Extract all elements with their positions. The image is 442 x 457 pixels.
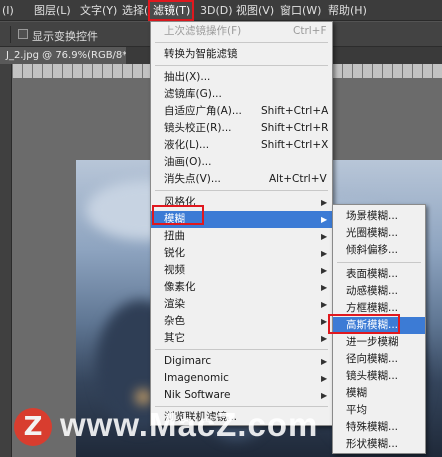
submenu-arrow-icon: ▶ — [321, 374, 328, 383]
menu-view[interactable]: 视图(V) — [236, 0, 274, 21]
submenu-item-blur-more[interactable]: 进一步模糊 — [333, 334, 425, 351]
filter-menu-dropdown: 上次滤镜操作(F) Ctrl+F 转换为智能滤镜 抽出(X)... 滤镜库(G)… — [150, 21, 333, 426]
submenu-arrow-icon: ▶ — [321, 317, 328, 326]
show-transform-controls-label: 显示变换控件 — [32, 30, 98, 43]
submenu-arrow-icon: ▶ — [321, 300, 328, 309]
menu-item-imagenomic[interactable]: Imagenomic ▶ — [151, 370, 332, 387]
show-transform-controls-checkbox[interactable] — [18, 29, 28, 39]
menu-item-lens-correction[interactable]: 镜头校正(R)... Shift+Ctrl+R — [151, 120, 332, 137]
document-tab-title: J_2.jpg @ 76.9%(RGB/8*) * — [6, 50, 126, 61]
menu-item-convert-smart-filters[interactable]: 转换为智能滤镜 — [151, 46, 332, 63]
submenu-item-smart-blur[interactable]: 特殊模糊... — [333, 419, 425, 436]
submenu-item-radial-blur[interactable]: 径向模糊... — [333, 351, 425, 368]
menu-type[interactable]: 文字(Y) — [80, 0, 117, 21]
menu-item-filter-gallery[interactable]: 滤镜库(G)... — [151, 86, 332, 103]
menu-item-other[interactable]: 其它 ▶ — [151, 330, 332, 347]
submenu-arrow-icon: ▶ — [321, 215, 328, 224]
menu-item-render[interactable]: 渲染 ▶ — [151, 296, 332, 313]
menu-item-extract[interactable]: 抽出(X)... — [151, 69, 332, 86]
menu-item-video[interactable]: 视频 ▶ — [151, 262, 332, 279]
submenu-item-iris-blur[interactable]: 光圈模糊... — [333, 225, 425, 242]
blur-submenu: 场景模糊... 光圈模糊... 倾斜偏移... 表面模糊... 动感模糊... … — [332, 204, 426, 454]
submenu-item-motion-blur[interactable]: 动感模糊... — [333, 283, 425, 300]
menu-window[interactable]: 窗口(W) — [280, 0, 321, 21]
menu-item-nik-software[interactable]: Nik Software ▶ — [151, 387, 332, 404]
submenu-arrow-icon: ▶ — [321, 391, 328, 400]
submenu-item-shape-blur[interactable]: 形状模糊... — [333, 436, 425, 453]
watermark-text: www.MacZ.com — [60, 406, 319, 443]
menu-image[interactable]: (I) — [2, 0, 14, 21]
submenu-item-surface-blur[interactable]: 表面模糊... — [333, 266, 425, 283]
watermark-logo: Z — [14, 408, 52, 446]
document-tab[interactable]: J_2.jpg @ 76.9%(RGB/8*) *× — [0, 47, 126, 64]
menu-item-vanishing-point[interactable]: 消失点(V)... Alt+Ctrl+V — [151, 171, 332, 188]
options-separator — [10, 26, 11, 43]
submenu-item-tilt-shift[interactable]: 倾斜偏移... — [333, 242, 425, 259]
submenu-arrow-icon: ▶ — [321, 198, 328, 207]
menu-layer[interactable]: 图层(L) — [34, 0, 71, 21]
submenu-arrow-icon: ▶ — [321, 334, 328, 343]
menu-item-stylize[interactable]: 风格化 ▶ — [151, 194, 332, 211]
submenu-arrow-icon: ▶ — [321, 357, 328, 366]
menu-separator — [155, 42, 328, 43]
menu-item-oil-paint[interactable]: 油画(O)... — [151, 154, 332, 171]
menu-item-adaptive-wide-angle[interactable]: 自适应广角(A)... Shift+Ctrl+A — [151, 103, 332, 120]
menu-item-digimarc[interactable]: Digimarc ▶ — [151, 353, 332, 370]
submenu-item-box-blur[interactable]: 方框模糊... — [333, 300, 425, 317]
menu-filter[interactable]: 滤镜(T) — [150, 0, 194, 21]
tools-panel — [0, 64, 12, 457]
menu-help[interactable]: 帮助(H) — [328, 0, 367, 21]
menu-separator — [155, 65, 328, 66]
menu-item-noise[interactable]: 杂色 ▶ — [151, 313, 332, 330]
menu-item-sharpen[interactable]: 锐化 ▶ — [151, 245, 332, 262]
menu-item-pixelate[interactable]: 像素化 ▶ — [151, 279, 332, 296]
menu-bar: (I) 图层(L) 文字(Y) 选择(S) 滤镜(T) 3D(D) 视图(V) … — [0, 0, 442, 21]
submenu-item-blur[interactable]: 模糊 — [333, 385, 425, 402]
menu-item-distort[interactable]: 扭曲 ▶ — [151, 228, 332, 245]
menu-item-last-filter[interactable]: 上次滤镜操作(F) Ctrl+F — [151, 23, 332, 40]
menu-item-liquify[interactable]: 液化(L)... Shift+Ctrl+X — [151, 137, 332, 154]
menu-separator — [155, 190, 328, 191]
submenu-item-lens-blur[interactable]: 镜头模糊... — [333, 368, 425, 385]
submenu-item-gaussian-blur[interactable]: 高斯模糊... — [333, 317, 425, 334]
submenu-arrow-icon: ▶ — [321, 266, 328, 275]
submenu-item-average[interactable]: 平均 — [333, 402, 425, 419]
menu-3d[interactable]: 3D(D) — [200, 0, 233, 21]
submenu-item-field-blur[interactable]: 场景模糊... — [333, 208, 425, 225]
menu-item-blur[interactable]: 模糊 ▶ — [151, 211, 332, 228]
submenu-arrow-icon: ▶ — [321, 283, 328, 292]
menu-separator — [155, 349, 328, 350]
submenu-arrow-icon: ▶ — [321, 232, 328, 241]
submenu-arrow-icon: ▶ — [321, 249, 328, 258]
menu-separator — [337, 262, 421, 263]
